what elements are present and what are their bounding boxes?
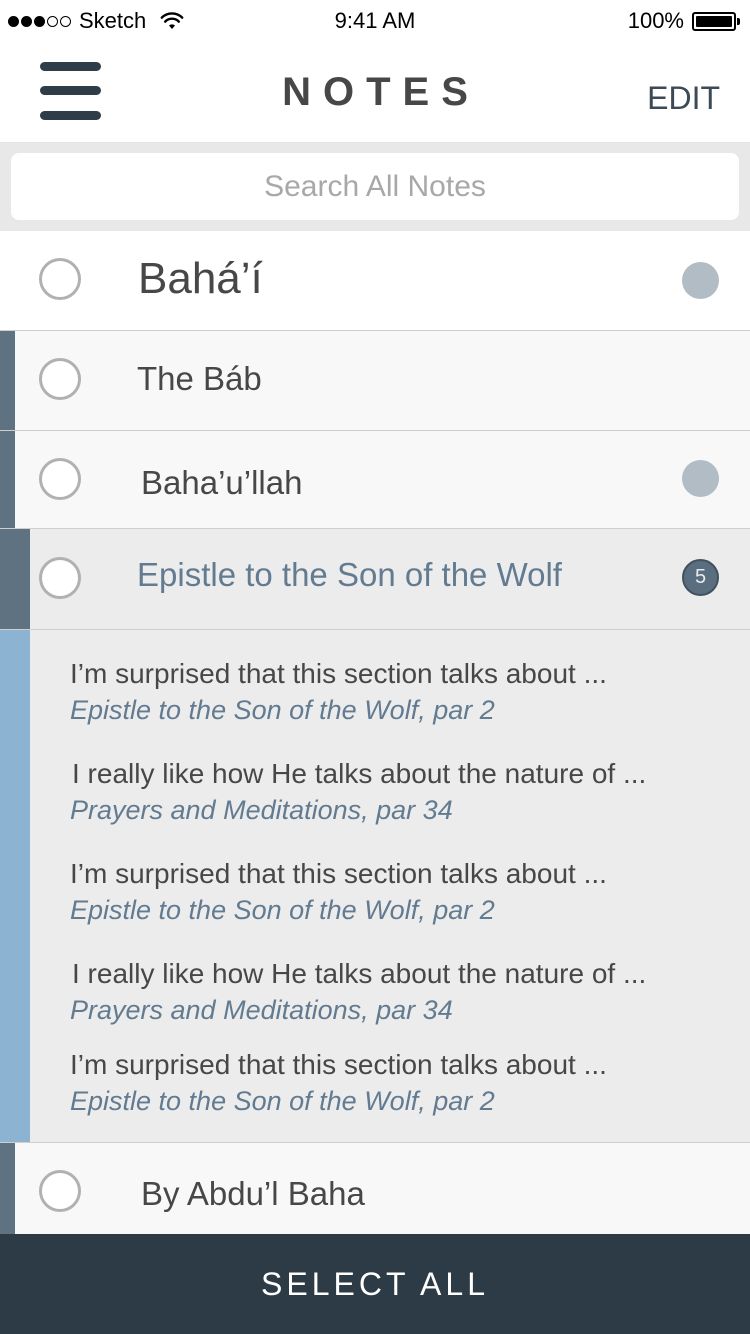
note-item[interactable]: I’m surprised that this section talks ab… bbox=[70, 656, 730, 728]
notes-list: I’m surprised that this section talks ab… bbox=[0, 630, 750, 1143]
note-item[interactable]: I really like how He talks about the nat… bbox=[70, 956, 732, 1028]
status-indicator-dot bbox=[682, 460, 719, 497]
select-radio[interactable] bbox=[39, 557, 81, 599]
note-excerpt: I’m surprised that this section talks ab… bbox=[70, 658, 607, 689]
note-item[interactable]: I really like how He talks about the nat… bbox=[70, 756, 732, 828]
status-bar: Sketch 9:41 AM 100% bbox=[0, 0, 750, 40]
list-item-abdul-baha[interactable]: By Abdu’l Baha bbox=[0, 1143, 750, 1234]
note-count-badge: 5 bbox=[682, 559, 719, 596]
select-radio[interactable] bbox=[39, 458, 81, 500]
list-item-bahai[interactable]: Bahá’í bbox=[0, 232, 750, 331]
list-item-label: Epistle to the Son of the Wolf bbox=[137, 556, 562, 593]
page-title: NOTES bbox=[282, 70, 480, 114]
edit-button[interactable]: EDIT bbox=[647, 80, 720, 117]
list-item-bahaullah[interactable]: Baha’u’llah bbox=[0, 431, 750, 529]
select-radio[interactable] bbox=[39, 358, 81, 400]
note-excerpt: I’m surprised that this section talks ab… bbox=[70, 1049, 607, 1080]
select-radio[interactable] bbox=[39, 1170, 81, 1212]
note-source: Epistle to the Son of the Wolf, par 2 bbox=[70, 1086, 495, 1116]
list-item-label: Bahá’í bbox=[138, 254, 263, 303]
select-all-button[interactable]: SELECT ALL bbox=[0, 1234, 750, 1334]
nav-header: NOTES EDIT bbox=[0, 40, 750, 143]
notes-screen: Sketch 9:41 AM 100% NOTES EDIT Bahá’í bbox=[0, 0, 750, 1334]
status-indicator-dot bbox=[682, 262, 719, 299]
note-source: Epistle to the Son of the Wolf, par 2 bbox=[70, 895, 495, 925]
search-input[interactable] bbox=[11, 153, 739, 220]
note-excerpt: I’m surprised that this section talks ab… bbox=[70, 858, 607, 889]
list-item-label: The Báb bbox=[137, 360, 262, 397]
battery-percentage: 100% bbox=[627, 8, 684, 33]
list-item-the-bab[interactable]: The Báb bbox=[0, 331, 750, 431]
note-excerpt: I really like how He talks about the nat… bbox=[72, 958, 647, 989]
list-item-label: Baha’u’llah bbox=[141, 464, 303, 501]
note-source: Prayers and Meditations, par 34 bbox=[70, 995, 453, 1025]
note-excerpt: I really like how He talks about the nat… bbox=[72, 758, 647, 789]
status-right: 100% bbox=[627, 8, 740, 34]
level-accent-bar bbox=[0, 1143, 15, 1234]
level-accent-bar bbox=[0, 331, 15, 430]
level-accent-bar bbox=[0, 529, 30, 629]
battery-icon bbox=[692, 11, 740, 31]
list-item-label: By Abdu’l Baha bbox=[141, 1175, 365, 1212]
level-accent-bar bbox=[0, 431, 15, 528]
note-item[interactable]: I’m surprised that this section talks ab… bbox=[70, 1047, 730, 1119]
note-source: Prayers and Meditations, par 34 bbox=[70, 795, 453, 825]
list-item-epistle[interactable]: Epistle to the Son of the Wolf 5 bbox=[0, 529, 750, 630]
select-radio[interactable] bbox=[39, 258, 81, 300]
search-bar bbox=[0, 143, 750, 231]
notes-accent-bar bbox=[0, 630, 30, 1142]
note-item[interactable]: I’m surprised that this section talks ab… bbox=[70, 856, 730, 928]
note-source: Epistle to the Son of the Wolf, par 2 bbox=[70, 695, 495, 725]
